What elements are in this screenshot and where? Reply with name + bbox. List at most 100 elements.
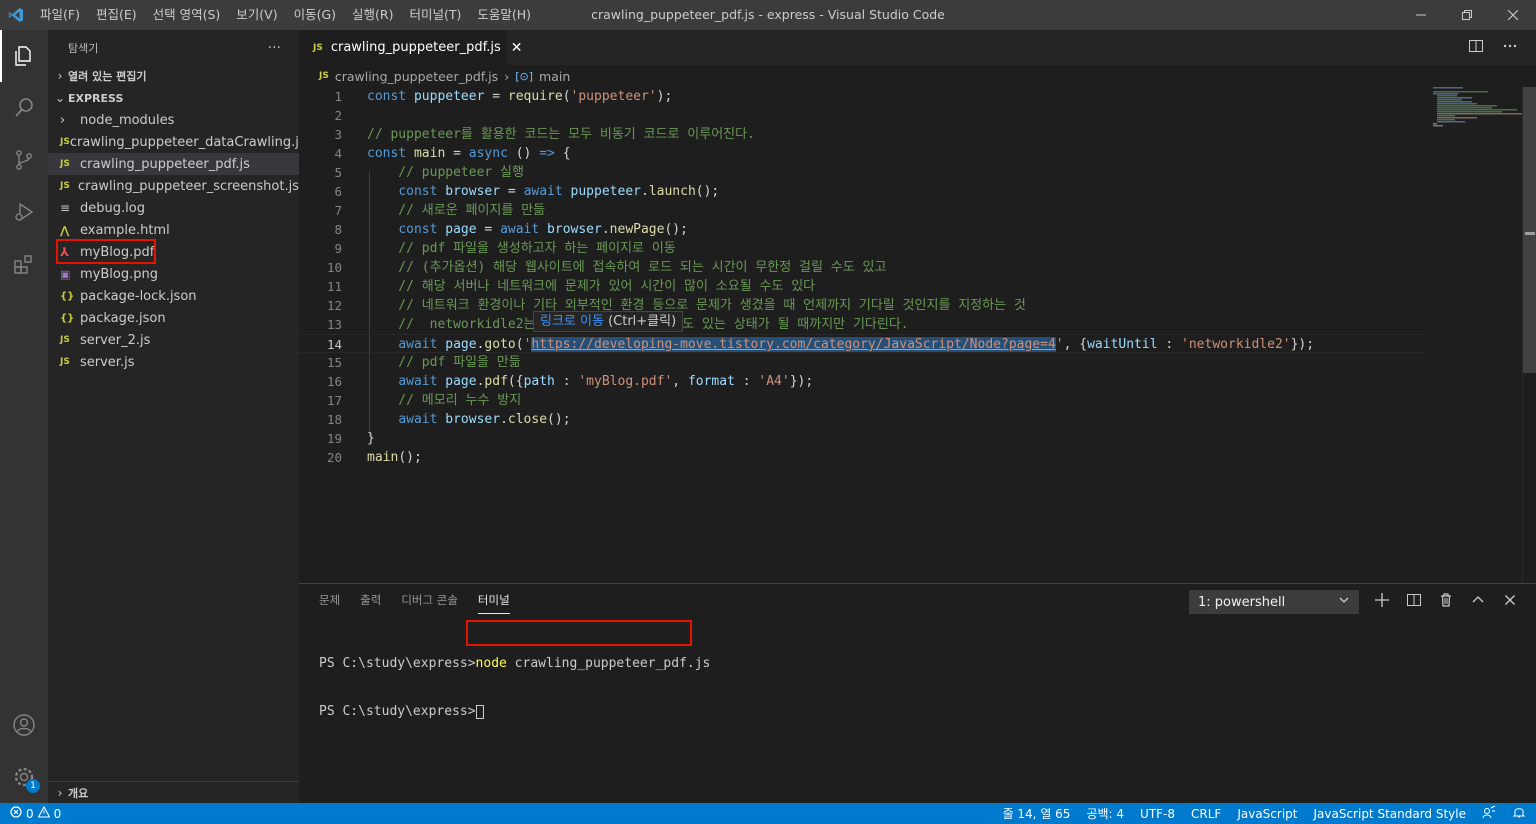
tree-item-pdf[interactable]: ⅄ myBlog.pdf [48, 241, 299, 263]
open-editors-section[interactable]: › 열려 있는 편집기 [48, 65, 299, 87]
tree-item-js[interactable]: JS crawling_puppeteer_screenshot.js [48, 175, 299, 197]
breadcrumb-symbol[interactable]: main [539, 69, 570, 84]
feedback-icon[interactable] [1482, 805, 1496, 822]
menu-help[interactable]: 도움말(H) [469, 0, 539, 30]
split-editor-icon[interactable] [1468, 38, 1484, 58]
accounts-icon[interactable] [0, 699, 48, 751]
cursor-position[interactable]: 줄 14, 열 65 [1003, 805, 1071, 822]
link-tooltip: 링크로 이동 (Ctrl+클릭) [533, 311, 684, 332]
terminal-output[interactable]: PS C:\study\express>node crawling_puppet… [319, 624, 710, 752]
outline-section[interactable]: › 개요 [48, 781, 299, 803]
status-problems[interactable]: 0 0 [0, 805, 61, 821]
scrollbar-thumb[interactable] [1523, 87, 1536, 373]
line-number: 4 [334, 146, 342, 161]
chevron-right-icon: › [57, 785, 63, 800]
panel-actions [1374, 590, 1518, 614]
end-of-line[interactable]: CRLF [1191, 807, 1221, 821]
menu-file[interactable]: 파일(F) [32, 0, 88, 30]
more-actions-button[interactable]: ··· [268, 40, 281, 56]
code-line: 17 // 메모리 누수 방지 [299, 391, 1425, 410]
menu-selection[interactable]: 선택 영역(S) [145, 0, 229, 30]
js-file-icon: JS [319, 71, 329, 81]
tab-terminal[interactable]: 터미널 [477, 592, 510, 614]
close-window-button[interactable] [1490, 0, 1536, 30]
chevron-right-icon: › [60, 112, 66, 128]
tree-item-json[interactable]: {} package-lock.json [48, 285, 299, 307]
terminal-command-args: crawling_puppeteer_pdf.js [506, 656, 711, 671]
breadcrumb-file[interactable]: crawling_puppeteer_pdf.js [335, 69, 498, 84]
tree-item-json[interactable]: {} package.json [48, 307, 299, 329]
encoding[interactable]: UTF-8 [1140, 807, 1175, 821]
extensions-icon[interactable] [0, 238, 48, 290]
line-number: 8 [334, 222, 342, 237]
menu-view[interactable]: 보기(V) [228, 0, 285, 30]
line-number: 14 [326, 337, 342, 352]
tree-item-html[interactable]: ⋀ example.html [48, 219, 299, 241]
minimap[interactable] [1425, 87, 1525, 583]
line-number: 13 [326, 317, 342, 332]
outline-label: 개요 [68, 786, 89, 800]
warning-icon [37, 805, 51, 821]
menu-go[interactable]: 이동(G) [286, 0, 344, 30]
line-number: 16 [326, 374, 342, 389]
tab-output[interactable]: 출력 [360, 592, 381, 614]
pdf-file-icon: ⅄ [60, 245, 70, 259]
activity-bar-bottom: 1 [0, 699, 48, 803]
restore-button[interactable] [1444, 0, 1490, 30]
source-control-icon[interactable] [0, 134, 48, 186]
sidebar-title: 탐색기 [68, 41, 99, 55]
tree-item-js-selected[interactable]: JS crawling_puppeteer_pdf.js [48, 153, 299, 175]
code-link[interactable]: https://developing-move.tistory.com/cate… [531, 337, 1056, 352]
code-line-current: 14 await page.goto('https://developing-m… [299, 334, 1425, 353]
menu-terminal[interactable]: 터미널(T) [402, 0, 470, 30]
code-line: 16 await page.pdf({path : 'myBlog.pdf', … [299, 372, 1425, 391]
tree-item-label: package-lock.json [80, 288, 197, 304]
new-terminal-icon[interactable] [1374, 592, 1390, 612]
indentation[interactable]: 공백: 4 [1086, 805, 1124, 822]
tree-item-label: debug.log [80, 200, 145, 216]
tree-item-node-modules[interactable]: › node_modules [48, 109, 299, 131]
tree-item-log[interactable]: ≡ debug.log [48, 197, 299, 219]
maximize-panel-icon[interactable] [1470, 592, 1486, 612]
tree-item-png[interactable]: ▣ myBlog.png [48, 263, 299, 285]
log-file-icon: ≡ [60, 201, 71, 215]
minimize-button[interactable] [1398, 0, 1444, 30]
terminal-select[interactable]: 1: powershell [1189, 590, 1359, 614]
tab-crawling-puppeteer-pdf[interactable]: JS crawling_puppeteer_pdf.js ✕ [299, 30, 522, 65]
project-section[interactable]: ⌄ EXPRESS [48, 87, 299, 109]
bell-icon[interactable] [1512, 805, 1526, 822]
tree-item-js[interactable]: JS server.js [48, 351, 299, 373]
split-terminal-icon[interactable] [1406, 592, 1422, 612]
close-tab-icon[interactable]: ✕ [511, 40, 523, 56]
tab-debug-console[interactable]: 디버그 콘솔 [401, 592, 458, 614]
line-number: 10 [326, 260, 342, 275]
editor-scrollbar[interactable] [1522, 87, 1536, 583]
formatter[interactable]: JavaScript Standard Style [1313, 807, 1466, 821]
code-line: 18 await browser.close(); [299, 410, 1425, 429]
tab-problems[interactable]: 문제 [319, 592, 340, 614]
open-editors-label: 열려 있는 편집기 [68, 70, 147, 83]
menu-run[interactable]: 실행(R) [344, 0, 401, 30]
code-line: 10 // (추가옵션) 해당 웹사이트에 접속하여 로드 되는 시간이 무한정… [299, 258, 1425, 277]
follow-link-text[interactable]: 링크로 이동 [540, 314, 604, 329]
tree-item-js[interactable]: JS crawling_puppeteer_dataCrawling.js [48, 131, 306, 153]
json-file-icon: {} [60, 312, 75, 324]
menu-edit[interactable]: 편집(E) [88, 0, 145, 30]
language-mode[interactable]: JavaScript [1237, 807, 1297, 821]
code-line: 19} [299, 429, 1425, 448]
tree-item-js[interactable]: JS server_2.js [48, 329, 299, 351]
manage-gear-icon[interactable]: 1 [0, 751, 48, 803]
file-tree: › node_modules JS crawling_puppeteer_dat… [48, 109, 306, 373]
trash-icon[interactable] [1438, 592, 1454, 612]
code-editor[interactable]: 1 const puppeteer = require('puppeteer');… [299, 87, 1425, 583]
close-panel-icon[interactable] [1502, 592, 1518, 612]
explorer-icon[interactable] [0, 30, 48, 82]
code-line: 7 // 새로운 페이지를 만듦 [299, 201, 1425, 220]
search-icon[interactable] [0, 82, 48, 134]
run-debug-icon[interactable] [0, 186, 48, 238]
editor-actions [1468, 30, 1518, 65]
window-controls [1398, 0, 1536, 30]
more-actions-icon[interactable] [1502, 38, 1518, 58]
vscode-logo-icon [0, 0, 32, 30]
tree-item-label: server_2.js [80, 332, 151, 348]
